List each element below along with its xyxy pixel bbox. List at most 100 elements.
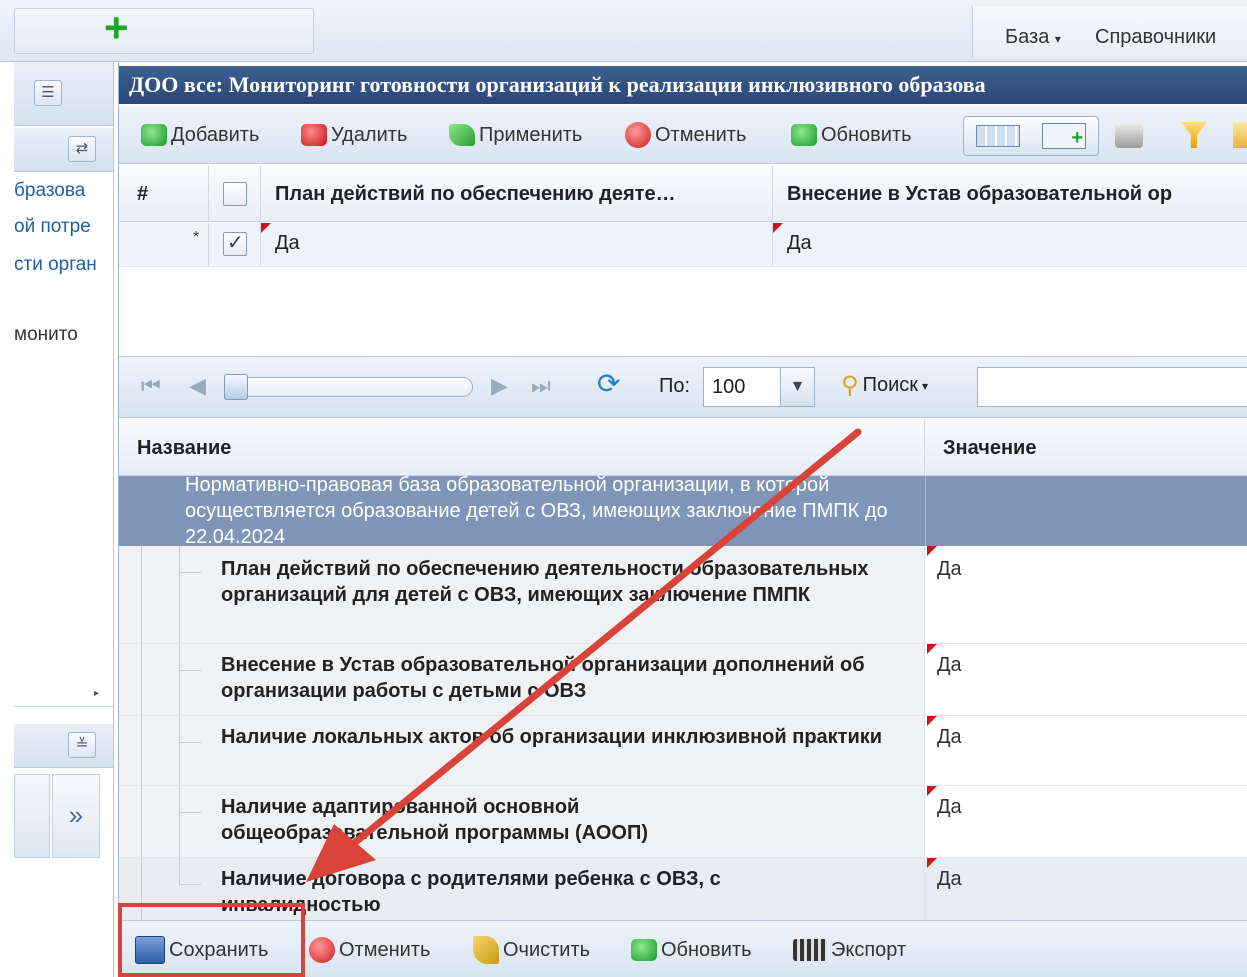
broom-icon [473,936,499,964]
row-select-cell [209,223,261,266]
records-grid: # План действий по обеспечению деяте… Вн… [119,166,1247,356]
first-page-icon[interactable]: ⏮ [141,373,161,399]
row-checkbox[interactable] [223,230,247,256]
search-button[interactable]: ⚲ Поиск ▾ [841,371,928,400]
refresh-bottom-button[interactable]: Обновить [631,935,752,965]
per-page-select[interactable]: 100 ▼ [703,367,815,407]
expand-icon[interactable]: » [52,774,100,858]
page-slider-thumb[interactable] [224,374,248,400]
tree-line [179,670,201,671]
per-page-value: 100 [712,376,746,398]
search-input[interactable] [977,367,1247,407]
sidebar-item-4[interactable]: монито [14,324,78,346]
top-bar: + База ▾ Справочники [0,0,1247,62]
add-plus-icon[interactable]: + [104,7,129,49]
add-button[interactable]: Добавить [141,120,259,150]
row-marker: * [193,229,200,246]
tree-line [179,546,180,643]
panel-title: ДОО все: Мониторинг готовности организац… [119,66,1247,104]
last-page-icon[interactable]: ⏭ [531,373,551,399]
row-value[interactable]: Да [937,796,962,819]
table-row[interactable]: План действий по обеспечению деятельност… [119,546,1247,644]
tree-line [179,572,201,573]
main-panel: ДОО все: Мониторинг готовности организац… [118,62,1247,977]
row-value[interactable]: Да [937,868,962,891]
dropdown-arrow-icon: ▾ [922,378,929,393]
add-label: Добавить [171,123,260,146]
sidebar-item-1[interactable]: бразова [14,180,85,202]
menu-base-label: База [1005,26,1050,48]
next-page-icon[interactable]: ▶ [491,373,508,399]
apply-button[interactable]: Применить [449,120,582,150]
delete-label: Удалить [331,123,408,146]
group-row[interactable]: Нормативно-правовая база образовательной… [119,474,1247,548]
menu-references[interactable]: Справочники [1095,26,1216,49]
select-all-checkbox[interactable] [223,182,247,206]
clear-button[interactable]: Очистить [473,935,590,965]
export-label: Экспорт [831,938,907,961]
search-icon: ⚲ [841,372,859,399]
left-sidebar: ☰ ⇄ бразова ой потре сти орган монито ▸ … [14,62,114,977]
grid-view-icon[interactable] [976,125,1020,147]
col-number[interactable]: # [119,166,209,221]
row-value[interactable]: Да [937,654,962,677]
cancel-bottom-button[interactable]: Отменить [309,935,430,965]
search-label: Поиск [862,374,918,396]
col-charter[interactable]: Внесение в Устав образовательной ор [773,166,1247,221]
tree-line [179,644,180,715]
row-value[interactable]: Да [937,726,962,749]
cancel-bottom-label: Отменить [339,938,431,961]
pagination-bar: ⏮ ◀ ▶ ⏭ ⟳ По: 100 ▼ ⚲ Поиск ▾ [119,356,1247,418]
sidebar-item-2[interactable]: ой потре [14,216,91,238]
add-icon [141,124,167,146]
filter-icon[interactable] [1181,122,1207,148]
sidebar-subheader: ⇄ [14,128,113,172]
cancel-button[interactable]: Отменить [625,120,746,150]
cell-charter[interactable]: Да [773,223,1247,266]
refresh-tree-icon[interactable]: ⇄ [68,136,96,162]
prev-page-icon[interactable]: ◀ [189,373,206,399]
col-value[interactable]: Значение [925,420,1247,475]
cancel-label: Отменить [655,123,747,146]
cell-charter-value: Да [787,232,812,254]
col-name[interactable]: Название [119,420,925,475]
tree-line [179,858,180,884]
cancel-icon [625,122,651,148]
settings-icon[interactable] [1233,122,1247,148]
table-row[interactable]: * Да Да [119,223,1247,267]
tree-line [141,786,142,857]
modified-marker [927,858,937,868]
view-toggle-group: + [963,116,1099,156]
col-action-plan[interactable]: План действий по обеспечению деяте… [261,166,773,221]
cell-action-plan-value: Да [275,232,300,254]
print-icon[interactable] [1115,122,1143,148]
delete-button[interactable]: Удалить [301,120,407,150]
collapse-icon[interactable]: ≚ [68,732,96,758]
highlight-box [118,903,305,977]
cell-action-plan[interactable]: Да [261,223,773,266]
sidebar-item-3[interactable]: сти орган [14,254,97,276]
row-value[interactable]: Да [937,558,962,581]
reload-icon[interactable]: ⟳ [597,367,620,400]
tree-line [179,884,201,885]
modified-marker [261,223,271,233]
menu-base[interactable]: База ▾ [1005,26,1061,49]
cancel-icon [309,937,335,963]
top-toolbar: Добавить Удалить Применить Отменить Обно… [119,106,1247,164]
tree-line [179,786,180,857]
table-row[interactable]: Внесение в Устав образовательной организ… [119,644,1247,716]
scroll-right-icon[interactable]: ▸ [94,688,99,699]
form-view-icon[interactable]: + [1042,123,1086,149]
table-row[interactable]: Наличие адаптированной основной общеобра… [119,786,1247,858]
tree-line [141,546,142,643]
refresh-button[interactable]: Обновить [791,120,912,150]
main-menu: База ▾ Справочники [972,6,1247,58]
apply-label: Применить [479,123,583,146]
refresh-icon [791,124,817,146]
page-slider[interactable] [224,374,473,400]
chevron-down-icon[interactable]: ▼ [780,368,814,406]
sidebar-tab[interactable] [14,774,50,858]
export-button[interactable]: Экспорт [793,935,906,965]
table-row[interactable]: Наличие локальных актов об организации и… [119,716,1247,786]
list-view-icon[interactable]: ☰ [34,80,62,106]
